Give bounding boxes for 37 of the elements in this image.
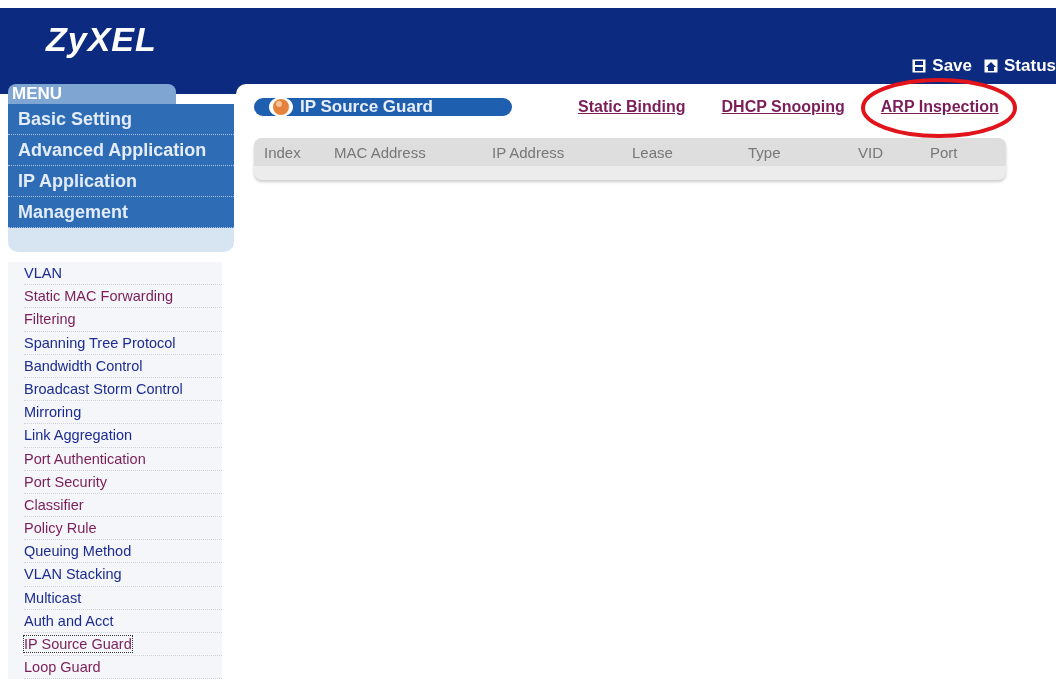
submenu-item[interactable]: Policy Rule (24, 517, 222, 541)
submenu-item[interactable]: Static MAC Forwarding (24, 285, 222, 309)
tab-link[interactable]: Static Binding (578, 98, 686, 115)
submenu-item[interactable]: Queuing Method (24, 540, 222, 564)
column-header: Lease (631, 143, 674, 161)
submenu-item[interactable]: Port Security (24, 470, 222, 494)
menu-section[interactable]: Advanced Application (8, 135, 234, 166)
column-header: Port (929, 143, 959, 161)
submenu-item[interactable]: Loop Guard (24, 656, 222, 680)
submenu-item[interactable]: Multicast (24, 586, 222, 610)
page-title: IP Source Guard (254, 98, 512, 116)
submenu-item[interactable]: Bandwidth Control (24, 354, 222, 378)
column-header: IP Address (491, 143, 566, 161)
submenu-item[interactable]: Spanning Tree Protocol (24, 331, 222, 355)
house-icon (984, 59, 999, 73)
submenu-item[interactable]: Port Authentication (24, 447, 222, 471)
column-header: VID (857, 143, 884, 161)
submenu-item[interactable]: Broadcast Storm Control (24, 377, 222, 402)
submenu-item[interactable]: Auth and Acct (24, 609, 222, 633)
submenu-item[interactable]: Classifier (24, 493, 222, 518)
submenu-item[interactable]: VLAN Stacking (24, 563, 222, 587)
column-header: MAC Address (333, 143, 427, 161)
submenu-item[interactable]: Filtering (24, 308, 222, 332)
logo: ZyXEL (46, 20, 157, 60)
column-header: Index (263, 143, 302, 161)
submenu-item[interactable]: Link Aggregation (24, 424, 222, 448)
tab-link[interactable]: DHCP Snooping (721, 98, 845, 115)
orb-icon (268, 96, 294, 118)
submenu-item[interactable]: IP Source Guard (24, 633, 222, 657)
submenu-item[interactable]: VLAN (24, 262, 222, 286)
column-header: Type (747, 143, 782, 161)
status-link[interactable]: Status (984, 56, 1056, 76)
menu-title: MENU (8, 84, 176, 104)
submenu-item[interactable]: Mirroring (24, 401, 222, 425)
save-link[interactable]: Save (912, 56, 973, 76)
menu-section[interactable]: IP Application (8, 166, 234, 197)
menu-section[interactable]: Basic Setting (8, 104, 234, 135)
